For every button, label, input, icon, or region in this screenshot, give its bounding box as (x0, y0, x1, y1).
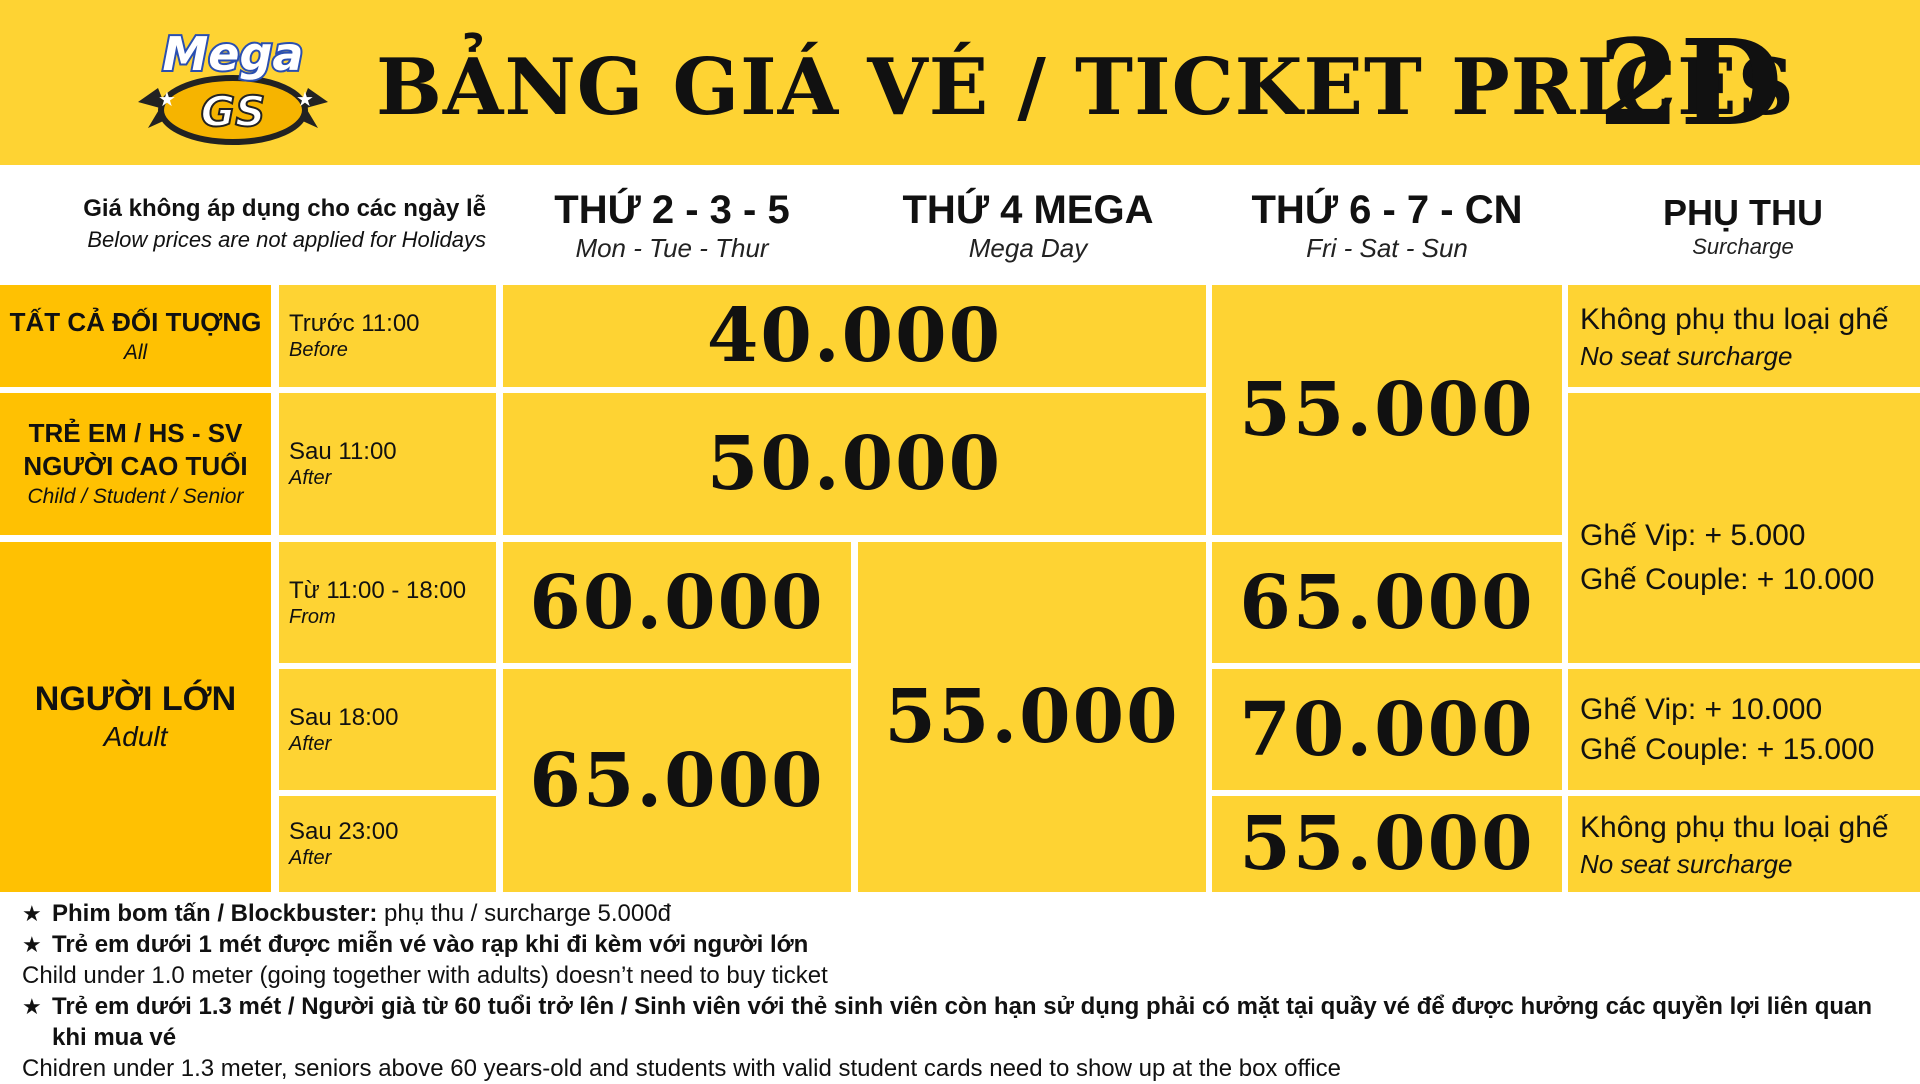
footnotes: ★ Phim bom tấn / Blockbuster: phụ thu / … (22, 898, 1902, 1084)
price-adult-after-23-fri-sun: 55.000 (1212, 796, 1562, 892)
note-blockbuster: ★ Phim bom tấn / Blockbuster: phụ thu / … (22, 898, 1902, 929)
note-bold: Phim bom tấn / Blockbuster: (52, 900, 378, 927)
row-label-adult: NGƯỜI LỚN Adult (0, 542, 271, 892)
column-header-wednesday: THỨ 4 MEGA Mega Day (858, 188, 1198, 264)
column-header-vi: PHỤ THU (1663, 192, 1823, 233)
time-label-11-18: Từ 11:00 - 18:00 From (279, 542, 496, 663)
price-adult-evening-mon-thu: 65.000 (503, 669, 851, 892)
note-discount-eligibility-en: Chidren under 1.3 meter, seniors above 6… (22, 1055, 1342, 1082)
row-label-en: Child / Student / Senior (27, 485, 244, 508)
row-label-vi: NGƯỜI LỚN (34, 680, 237, 718)
note-bold: Trẻ em dưới 1.3 mét / Người già từ 60 tu… (52, 993, 1873, 1051)
logo-mega-text: Mega (163, 27, 304, 81)
row-label-en: All (123, 340, 148, 364)
row-label-child: TRẺ EM / HS - SV NGƯỜI CAO TUỔI Child / … (0, 393, 271, 535)
surcharge-vi: Không phụ thu loại ghế (1580, 303, 1889, 336)
time-label-vi: Sau 18:00 (289, 703, 399, 731)
column-header-vi: THỨ 2 - 3 - 5 (554, 188, 790, 232)
surcharge-couple: Ghế Couple: + 10.000 (1580, 563, 1875, 596)
surcharge-vip: Ghế Vip: + 5.000 (1580, 519, 1806, 552)
price-adult-after-18-fri-sun: 70.000 (1212, 669, 1562, 790)
time-label-en: After (289, 847, 332, 869)
row-label-vi: TẤT CẢ ĐỐI TUỢNG (9, 306, 262, 337)
column-header-en: Mon - Tue - Thur (575, 233, 769, 263)
surcharge-couple: Ghế Couple: + 15.000 (1580, 732, 1875, 766)
price-before-11-mon-wed: 40.000 (503, 285, 1206, 387)
column-header-en: Mega Day (968, 233, 1088, 263)
holiday-note-en: Below prices are not applied for Holiday… (87, 227, 486, 252)
column-header-en: Fri - Sat - Sun (1306, 233, 1468, 263)
page-title: BẢNG GIÁ VÉ / TICKET PRICES (376, 42, 1795, 133)
row-label-vi: TRẺ EM / HS - SV (28, 418, 243, 448)
surcharge-evening: Ghế Vip: + 10.000 Ghế Couple: + 15.000 (1568, 669, 1920, 790)
time-label-en: After (289, 467, 332, 489)
holiday-note-vi: Giá không áp dụng cho các ngày lễ (83, 195, 486, 222)
column-header-mon-thu: THỨ 2 - 3 - 5 Mon - Tue - Thur (502, 188, 842, 264)
star-icon: ★ (22, 932, 42, 957)
time-label-en: From (289, 605, 336, 628)
surcharge-none-bottom: Không phụ thu loại ghế No seat surcharge (1568, 796, 1920, 892)
holiday-note: Giá không áp dụng cho các ngày lễ Below … (0, 195, 486, 253)
time-label-after-23: Sau 23:00 After (279, 796, 496, 892)
star-icon: ★ (296, 89, 314, 111)
time-label-after-11: Sau 11:00 After (279, 393, 496, 535)
column-header-vi: THỨ 6 - 7 - CN (1251, 188, 1523, 232)
row-label-all: TẤT CẢ ĐỐI TUỢNG All (0, 285, 271, 387)
price-adult-day-fri-sun: 65.000 (1212, 542, 1562, 663)
note-text: phụ thu / surcharge 5.000đ (377, 900, 671, 927)
time-label-en: Before (289, 339, 348, 361)
surcharge-en: No seat surcharge (1580, 341, 1793, 371)
time-label-vi: Trước 11:00 (289, 310, 420, 337)
time-label-vi: Từ 11:00 - 18:00 (289, 576, 467, 604)
star-icon: ★ (158, 89, 176, 111)
mega-gs-logo: GS Mega ★ ★ (138, 25, 328, 145)
surcharge-midday: Ghế Vip: + 5.000 Ghế Couple: + 10.000 (1568, 393, 1920, 663)
time-label-en: After (289, 732, 332, 755)
note-child-under-1m-en: Child under 1.0 meter (going together wi… (22, 962, 828, 989)
time-label-after-18: Sau 18:00 After (279, 669, 496, 790)
note-child-under-1m: ★ Trẻ em dưới 1 mét được miễn vé vào rạp… (22, 929, 1902, 960)
row-label-en: Adult (103, 721, 168, 752)
column-header-fri-sun: THỨ 6 - 7 - CN Fri - Sat - Sun (1211, 188, 1563, 264)
price-adult-day-mon-thu: 60.000 (503, 542, 851, 663)
note-discount-eligibility: ★ Trẻ em dưới 1.3 mét / Người già từ 60 … (22, 991, 1902, 1053)
time-label-before-11: Trước 11:00 Before (279, 285, 496, 387)
format-title: 2D (1598, 13, 1783, 152)
surcharge-none-top: Không phụ thu loại ghế No seat surcharge (1568, 285, 1920, 387)
column-header-vi: THỨ 4 MEGA (902, 188, 1154, 232)
row-label-vi: NGƯỜI CAO TUỔI (23, 451, 248, 481)
surcharge-vip: Ghế Vip: + 10.000 (1580, 692, 1823, 726)
column-header-surcharge: PHỤ THU Surcharge (1566, 192, 1920, 260)
surcharge-en: No seat surcharge (1580, 849, 1793, 879)
time-label-vi: Sau 23:00 (289, 818, 399, 845)
time-label-vi: Sau 11:00 (289, 438, 397, 465)
price-child-fri-sun: 55.000 (1212, 285, 1562, 535)
price-after-11-mon-wed: 50.000 (503, 393, 1206, 535)
logo-gs-text: GS (201, 87, 266, 136)
price-adult-mega-day: 55.000 (858, 542, 1206, 892)
star-icon: ★ (22, 994, 42, 1019)
column-header-en: Surcharge (1692, 234, 1794, 259)
star-icon: ★ (22, 901, 42, 926)
note-bold: Trẻ em dưới 1 mét được miễn vé vào rạp k… (52, 931, 809, 958)
surcharge-vi: Không phụ thu loại ghế (1580, 811, 1889, 844)
